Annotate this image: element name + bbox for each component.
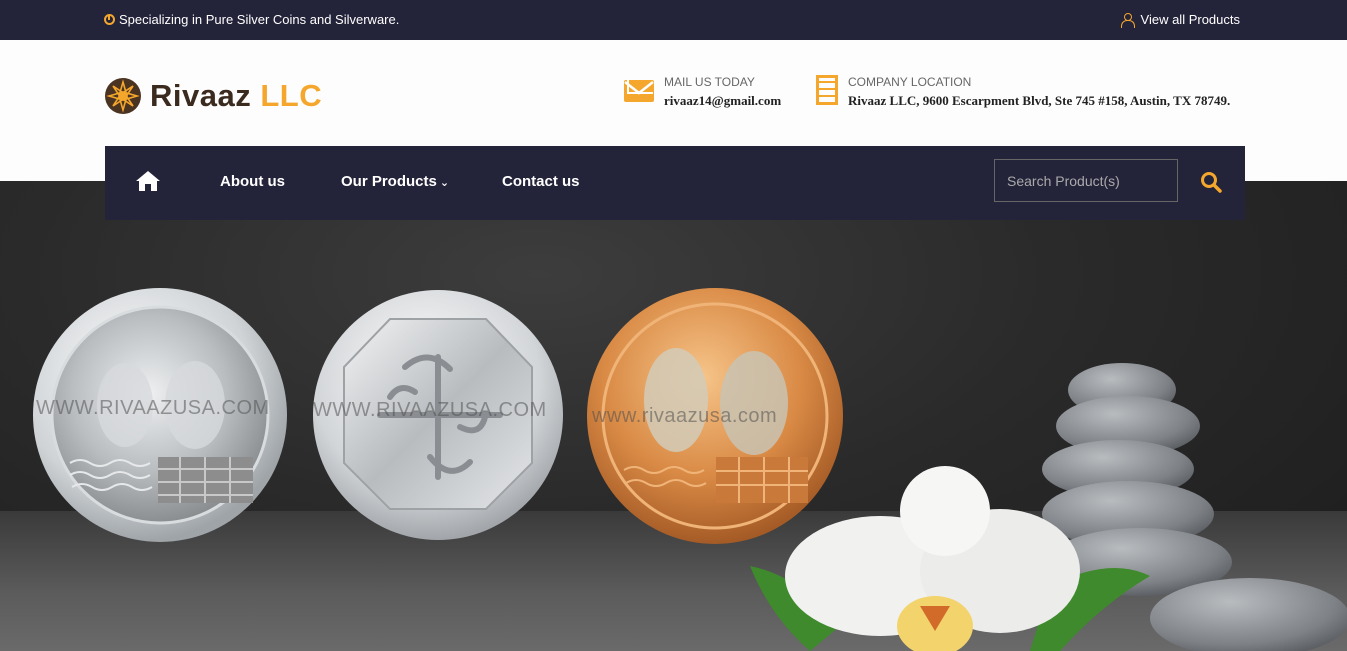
watermark-3: www.rivaazusa.com [592,405,778,427]
mail-label: MAIL US TODAY [664,75,755,89]
tagline-text: Specializing in Pure Silver Coins and Si… [119,12,400,27]
watermark-1: WWW.RIVAAZUSA.COM [36,397,270,419]
nav-our-products[interactable]: Our Products ⌄ [341,173,449,190]
building-icon [816,75,838,105]
nav-contact-us[interactable]: Contact us [502,173,580,190]
envelope-icon [624,80,654,102]
location-contact: COMPANY LOCATION Rivaaz LLC, 9600 Escarp… [816,75,1230,109]
logo[interactable]: Rivaaz LLC [104,77,322,115]
search-icon[interactable] [1199,170,1223,194]
logo-text: Rivaaz LLC [150,78,322,114]
logo-name: Rivaaz [150,78,252,113]
user-icon [1120,12,1135,28]
top-bar: Specializing in Pure Silver Coins and Si… [0,0,1347,40]
chevron-down-icon: ⌄ [439,177,450,189]
white-orchid-image [750,466,1150,651]
search-input[interactable] [994,159,1178,202]
watermark-2: WWW.RIVAAZUSA.COM [313,399,547,421]
location-value: Rivaaz LLC, 9600 Escarpment Blvd, Ste 74… [848,93,1231,108]
home-icon[interactable] [135,170,161,192]
mail-contact: MAIL US TODAY rivaaz14@gmail.com [624,75,781,109]
main-nav: About us Our Products ⌄ Contact us [105,146,1245,220]
hero-banner: WWW.RIVAAZUSA.COM WWW.RIVAAZUSA.COM www.… [0,181,1347,651]
nav-our-products-label: Our Products [341,173,437,190]
nav-about-us[interactable]: About us [220,173,285,190]
clock-icon [104,14,115,25]
location-label: COMPANY LOCATION [848,75,972,89]
view-all-products-link[interactable]: View all Products [1120,12,1240,28]
logo-mandala-icon [105,78,141,114]
logo-suffix: LLC [260,78,323,113]
tagline: Specializing in Pure Silver Coins and Si… [104,12,399,27]
view-all-products-label: View all Products [1140,12,1240,27]
mail-value[interactable]: rivaaz14@gmail.com [664,93,781,109]
